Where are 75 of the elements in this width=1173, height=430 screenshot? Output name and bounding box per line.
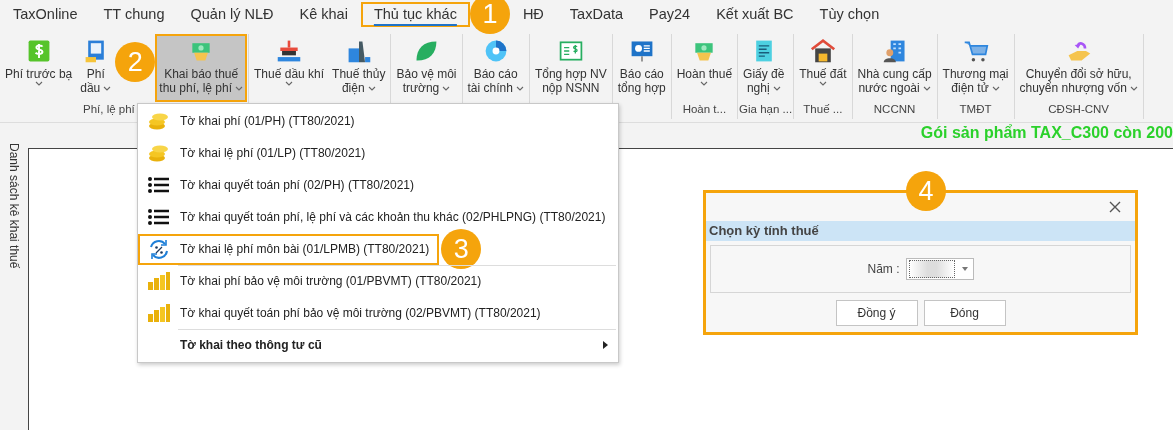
chevron-down-icon (367, 85, 376, 91)
chevron-down-icon (772, 85, 781, 91)
ribbon-tab[interactable]: TaxOnline (0, 2, 91, 27)
office-building-icon (881, 38, 908, 64)
chevron-down-icon (1129, 85, 1138, 91)
dialog-button[interactable]: Đóng (923, 300, 1006, 326)
ribbon-tab[interactable]: Kê khai (286, 2, 361, 27)
chevron-down-icon (235, 85, 244, 91)
percent-cycle-icon (147, 238, 171, 260)
ribbon-button[interactable]: Phí trước bạ (1, 34, 77, 102)
ribbon-button[interactable]: Chuyển đổi sở hữu, chuyển nhượng vốn (1015, 34, 1142, 102)
ribbon-button[interactable]: Khai báo thuế thu phí, lệ phí (155, 34, 248, 102)
chevron-down-icon (515, 85, 524, 91)
submenu-arrow-icon (603, 341, 608, 349)
ribbon-button[interactable]: Thuế thủy điện (328, 34, 390, 102)
menu-item[interactable]: Tờ khai quyết toán phí (02/PH) (TT80/2021) (138, 169, 424, 201)
step-badge: 1 (469, 0, 510, 34)
sidebar-title[interactable]: Danh sách kê khai thuế (7, 143, 21, 269)
ribbon-button[interactable]: Thương mại điện tử (938, 34, 1013, 102)
oil-platform-icon (276, 38, 303, 64)
step-badge: 2 (115, 42, 156, 82)
menu-item[interactable]: Tờ khai theo thông tư cũ (138, 329, 618, 361)
ledger-icon (557, 38, 584, 64)
group-label: Phí, lệ phí (82, 103, 136, 117)
step-badge: 3 (441, 229, 482, 269)
chevron-down-icon (818, 81, 827, 86)
chevron-down-icon (442, 85, 451, 91)
step-badge: 4 (906, 171, 946, 211)
coin-bars-icon (147, 270, 171, 292)
ribbon-button[interactable]: Hoàn thuế (672, 34, 737, 102)
ribbon-button[interactable]: Phí dầu (76, 34, 116, 102)
ribbon-button[interactable]: Bảo vệ môi trường (392, 34, 461, 102)
ribbon-button[interactable]: Tổng hợp NV nộp NSNN (530, 34, 611, 102)
package-notice: Gói sản phẩm TAX_C300 còn 200 (919, 123, 1173, 143)
ribbon-button[interactable]: Giấy đề nghị (739, 34, 789, 102)
year-combobox[interactable] (905, 258, 974, 280)
group-label: TMĐT (958, 103, 993, 117)
group-label: Thuế ... (802, 103, 844, 117)
ribbon-tab[interactable]: Pay24 (636, 2, 704, 27)
chevron-down-icon (285, 81, 294, 86)
ribbon-button[interactable]: Nhà cung cấp nước ngoài (853, 34, 936, 102)
menu-item[interactable]: Tờ khai phí (01/PH) (TT80/2021) (138, 105, 365, 137)
list-icon (147, 174, 171, 196)
menu-item[interactable]: Tờ khai lệ phí môn bài (01/LPMB) (TT80/2021) (138, 233, 440, 265)
warehouse-icon (809, 38, 836, 64)
dialog-title: Chọn kỳ tính thuế (706, 221, 1135, 241)
chevron-down-icon (700, 81, 709, 86)
group-label: CĐSH-CNV (1047, 103, 1110, 117)
coin-bars-icon (147, 302, 171, 324)
ribbon-button[interactable]: Thuế dầu khí (250, 34, 329, 102)
menu-item[interactable]: Tờ khai quyết toán phí bảo vệ môi trường (02/PBVMT) (TT80/2021) (138, 297, 551, 329)
caret-icon (961, 267, 968, 271)
chevron-down-icon (103, 85, 112, 91)
group-label: Gia hạn ... (739, 103, 793, 117)
ribbon-button[interactable]: Thuế đất (795, 34, 851, 102)
chevron-down-icon (34, 81, 43, 86)
field-label: Năm : (867, 262, 900, 276)
dialog-button[interactable]: Đồng ý (835, 300, 918, 326)
ribbon-tab[interactable]: Quản lý NLĐ (177, 2, 287, 27)
ribbon-tab[interactable]: HĐ (509, 2, 557, 27)
list-icon (147, 206, 171, 228)
group-label: NCCNN (872, 103, 917, 117)
ribbon-tab[interactable]: TT chung (90, 2, 178, 27)
group-label: Hoàn t... (681, 103, 728, 117)
ribbon-tab[interactable]: Tùy chọn (806, 2, 893, 27)
ribbon-tab[interactable]: Kết xuất BC (703, 2, 807, 27)
ribbon-button[interactable]: Báo cáo tổng hợp (613, 34, 670, 102)
ribbon-tab[interactable]: TaxData (556, 2, 637, 27)
shopping-cart-icon (962, 38, 989, 64)
chevron-down-icon (922, 85, 931, 91)
chevron-down-icon (991, 85, 1000, 91)
ribbon-tab[interactable]: Thủ tục khác (360, 2, 470, 27)
menu-item[interactable]: Tờ khai lệ phí (01/LP) (TT80/2021) (138, 137, 376, 169)
close-icon[interactable] (1109, 201, 1121, 213)
ribbon-button[interactable]: Báo cáo tài chính (463, 34, 528, 102)
